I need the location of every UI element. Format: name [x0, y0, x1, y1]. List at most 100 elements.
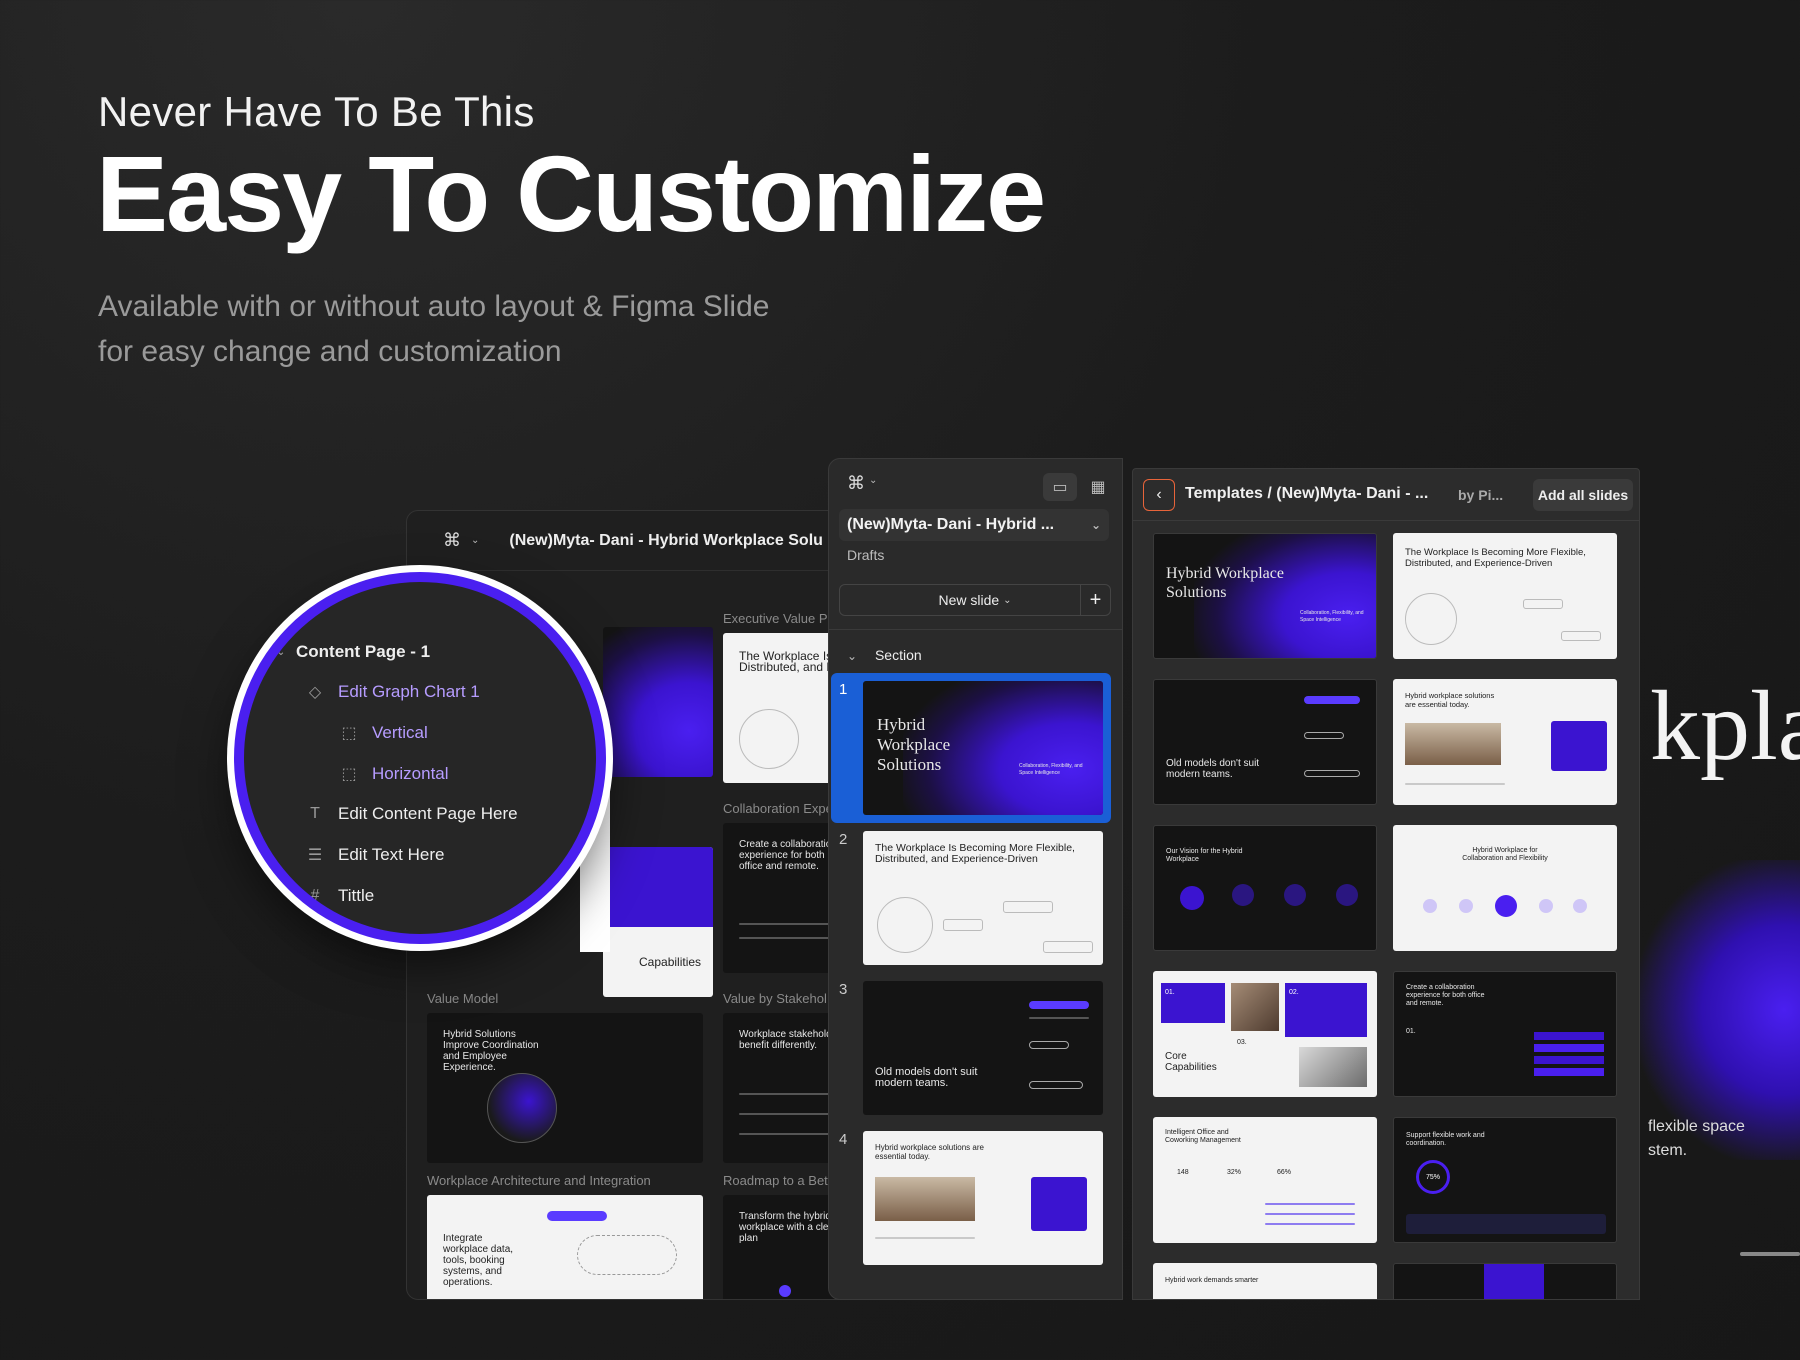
template-author: by Pi... — [1458, 487, 1504, 503]
layer-frame-content-page[interactable]: ⌄ Content Page - 1 — [274, 642, 430, 662]
hero-subtitle-line-1: Available with or without auto layout & … — [98, 290, 770, 323]
slide-thumbnail-title: Integrate workplace data, tools, booking… — [443, 1233, 514, 1288]
templates-window: ‹ Templates / (New)Myta- Dani - ... by P… — [1132, 468, 1640, 1300]
section-label: Collaboration Expe — [723, 801, 833, 816]
back-button[interactable]: ‹ — [1143, 479, 1175, 511]
slide-thumbnail[interactable] — [603, 627, 713, 777]
template-thumbnail[interactable]: The Workplace Is Becoming More Flexible,… — [1393, 533, 1617, 659]
slide-item-title: The Workplace Is Becoming More Flexible,… — [875, 842, 1075, 865]
slide-thumbnail[interactable]: Hybrid Solutions Improve Coordination an… — [427, 1013, 703, 1163]
add-all-slides-button[interactable]: Add all slides — [1533, 479, 1633, 511]
slide-item[interactable]: Old models don't suit modern teams. — [863, 981, 1103, 1115]
chevron-down-icon: ⌄ — [1090, 518, 1101, 532]
sidebar-toggle-icon[interactable]: ▭ — [1043, 473, 1077, 501]
template-thumbnail[interactable] — [1393, 1263, 1617, 1299]
slide-item[interactable]: Hybrid Workplace Solutions Collaboration… — [863, 681, 1103, 815]
layer-edit-text[interactable]: ☰ Edit Text Here — [304, 845, 445, 865]
slide-item[interactable]: The Workplace Is Becoming More Flexible,… — [863, 831, 1103, 965]
layer-horizontal[interactable]: ⬚ Horizontal — [338, 764, 449, 784]
template-thumbnail-subtitle: Collaboration, Flexibility, and Space In… — [1300, 610, 1364, 623]
layer-label: Horizontal — [372, 764, 449, 783]
template-thumbnail[interactable]: Create a collaboration experience for bo… — [1393, 971, 1617, 1097]
template-stat: 148 — [1177, 1169, 1189, 1176]
template-number: 02. — [1289, 989, 1299, 996]
chevron-down-icon[interactable]: ⌄ — [847, 649, 857, 663]
template-thumbnail-title: Hybrid Workplace Solutions — [1166, 565, 1284, 601]
plus-icon[interactable]: + — [1080, 585, 1110, 615]
hash-icon: # — [310, 887, 320, 904]
hero-headline: Easy To Customize — [96, 133, 1046, 254]
template-thumbnail-title: Hybrid workplace solutions are essential… — [1405, 691, 1495, 709]
new-slide-label: New slide — [938, 592, 1000, 608]
template-thumbnail[interactable]: 01. 02. 03. Core Capabilities — [1153, 971, 1377, 1097]
section-header[interactable]: ⌄ Section — [847, 647, 922, 663]
slide-item[interactable]: Hybrid workplace solutions are essential… — [863, 1131, 1103, 1265]
template-thumbnail-title: Old models don't suit modern teams. — [1166, 758, 1260, 780]
templates-breadcrumb[interactable]: Templates / (New)Myta- Dani - ... — [1185, 485, 1428, 503]
layer-label: Tittle — [338, 886, 375, 905]
template-thumbnail-title: Hybrid Workplace for Collaboration and F… — [1462, 847, 1548, 862]
chevron-down-icon[interactable]: ⌄ — [274, 647, 288, 658]
layers-magnifier: ⌄ Content Page - 1 ◇ Edit Graph Chart 1 … — [234, 572, 606, 944]
template-thumbnail-title: Core Capabilities — [1165, 1051, 1217, 1073]
template-progress-ring: 75% — [1416, 1160, 1450, 1194]
new-slide-button[interactable]: New slide ⌄ + — [839, 584, 1111, 616]
layer-label: Edit Text Here — [338, 845, 445, 864]
template-stat: 66% — [1277, 1169, 1292, 1176]
frame-dashed-icon: ⬚ — [341, 766, 357, 783]
panel-divider — [829, 629, 1122, 630]
template-thumbnail-title: Hybrid work demands smarter — [1165, 1277, 1259, 1284]
template-thumbnail[interactable]: Hybrid Workplace for Collaboration and F… — [1393, 825, 1617, 951]
slide-thumbnail[interactable]: Capabilities — [603, 847, 713, 997]
section-label: Section — [874, 647, 922, 663]
template-thumbnail[interactable]: Hybrid work demands smarter — [1153, 1263, 1377, 1299]
section-label: Executive Value Pr — [723, 611, 832, 626]
file-name-dropdown[interactable]: (New)Myta- Dani - Hybrid ... ⌄ — [839, 509, 1109, 541]
template-thumbnail[interactable]: Hybrid workplace solutions are essential… — [1393, 679, 1617, 805]
grid-view-icon[interactable]: ▦ — [1081, 473, 1115, 501]
template-thumbnail[interactable]: Our Vision for the Hybrid Workplace — [1153, 825, 1377, 951]
file-name: (New)Myta- Dani - Hybrid ... — [847, 516, 1055, 533]
template-thumbnail-title: Create a collaboration experience for bo… — [1406, 984, 1485, 1007]
figma-logo-icon[interactable]: ⌘ — [847, 473, 865, 494]
template-thumbnail[interactable]: Old models don't suit modern teams. — [1153, 679, 1377, 805]
peek-purple-wave — [1640, 860, 1800, 1160]
section-label: Value by Stakehol — [723, 991, 827, 1006]
chevron-down-icon[interactable]: ⌄ — [869, 475, 877, 486]
slide-item-title: Hybrid workplace solutions are essential… — [875, 1143, 984, 1161]
slide-thumbnail[interactable]: Integrate workplace data, tools, booking… — [427, 1195, 703, 1299]
slide-number: 3 — [839, 981, 848, 998]
layer-label: Edit Content Page Here — [338, 804, 518, 823]
slide-number: 4 — [839, 1131, 848, 1148]
template-thumbnail-title: Support flexible work and coordination. — [1406, 1132, 1485, 1147]
file-location: Drafts — [847, 547, 885, 563]
slide-thumbnail-title: Hybrid Solutions Improve Coordination an… — [443, 1029, 539, 1073]
figma-logo-icon[interactable]: ⌘ — [443, 530, 461, 551]
layer-component-graph-chart[interactable]: ◇ Edit Graph Chart 1 — [304, 682, 480, 702]
template-thumbnail-title: Our Vision for the Hybrid Workplace — [1166, 848, 1243, 863]
layer-text-content-page[interactable]: T Edit Content Page Here — [304, 804, 518, 824]
chevron-left-icon: ‹ — [1156, 486, 1162, 503]
figma-slides-panel: ⌘ ⌄ ▭ ▦ (New)Myta- Dani - Hybrid ... ⌄ D… — [828, 458, 1123, 1300]
peek-scrollbar[interactable] — [1740, 1252, 1800, 1256]
template-thumbnail[interactable]: Support flexible work and coordination. … — [1393, 1117, 1617, 1243]
template-thumbnail-title: Intelligent Office and Coworking Managem… — [1165, 1129, 1241, 1144]
hero-eyebrow: Never Have To Be This — [98, 88, 535, 135]
layer-vertical[interactable]: ⬚ Vertical — [338, 723, 428, 743]
peek-text-line-1: flexible space — [1648, 1118, 1745, 1135]
layer-tittle[interactable]: # Tittle — [304, 886, 375, 906]
slide-item-title: Old models don't suit modern teams. — [875, 1066, 978, 1089]
template-number: 03. — [1237, 1039, 1247, 1046]
layer-label: Vertical — [372, 723, 428, 742]
slide-number: 2 — [839, 831, 848, 848]
section-label: Workplace Architecture and Integration — [427, 1173, 651, 1188]
peek-slide-title: kpla — [1650, 670, 1800, 781]
slide-thumbnail-title: Capabilities — [639, 955, 702, 969]
editor-file-title[interactable]: (New)Myta- Dani - Hybrid Workplace Solu — [509, 532, 823, 550]
templates-header: ‹ Templates / (New)Myta- Dani - ... by P… — [1133, 469, 1639, 521]
chevron-down-icon[interactable]: ⌄ — [471, 535, 479, 546]
template-thumbnail[interactable]: Hybrid Workplace Solutions Collaboration… — [1153, 533, 1377, 659]
template-thumbnail[interactable]: Intelligent Office and Coworking Managem… — [1153, 1117, 1377, 1243]
hero-subtitle: Available with or without auto layout & … — [98, 284, 769, 374]
section-label: Roadmap to a Bett — [723, 1173, 832, 1188]
